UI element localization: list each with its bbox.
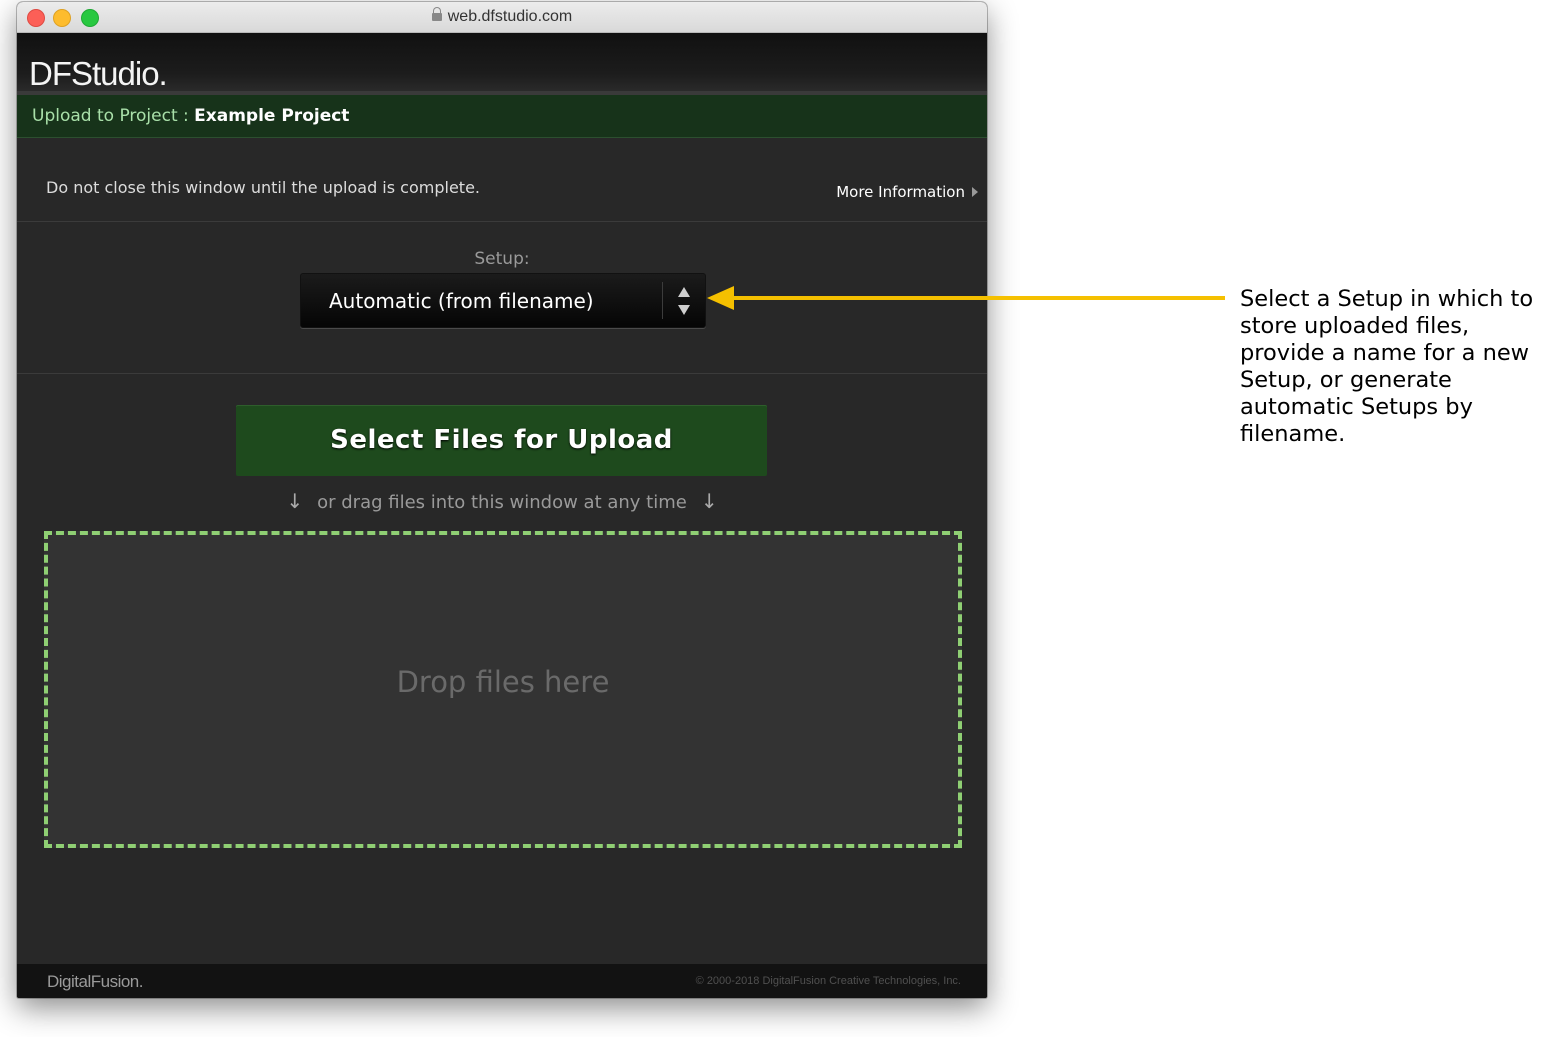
down-arrow-icon: ↓ [286, 489, 304, 513]
callout-arrow-line [733, 296, 1225, 300]
drag-hint-text: or drag files into this window at any ti… [317, 492, 687, 513]
caret-right-icon [972, 187, 978, 197]
divider [17, 373, 987, 374]
drop-zone[interactable]: Drop files here [44, 531, 962, 848]
copyright-text: © 2000-2018 DigitalFusion Creative Techn… [695, 975, 961, 987]
more-information-link[interactable]: More Information [836, 183, 978, 201]
up-down-arrows-icon [678, 287, 690, 315]
divider [17, 221, 987, 222]
setup-select[interactable]: Automatic (from filename) [300, 273, 706, 328]
down-arrow-icon: ↓ [700, 489, 718, 513]
url-text: web.dfstudio.com [447, 8, 573, 25]
drop-zone-text: Drop files here [396, 665, 610, 699]
callout-annotation: Select a Setup in which to store uploade… [1240, 286, 1534, 447]
callout-arrow-head-icon [707, 286, 734, 310]
more-information-label: More Information [836, 183, 965, 201]
address-bar[interactable]: web.dfstudio.com [17, 7, 987, 26]
upload-notice: Do not close this window until the uploa… [46, 178, 480, 197]
drag-hint: ↓ or drag files into this window at any t… [17, 489, 987, 513]
lock-icon [431, 7, 442, 21]
select-separator [662, 282, 663, 319]
setup-label: Setup: [474, 249, 530, 269]
select-files-button[interactable]: Select Files for Upload [236, 405, 767, 476]
project-label-group: Upload to Project : Example Project [32, 95, 349, 137]
dfstudio-logo: DFStudio. [29, 55, 168, 92]
browser-window: web.dfstudio.com DFStudio. Upload to Pro… [17, 2, 987, 998]
setup-selected-value: Automatic (from filename) [329, 289, 594, 313]
project-name: Example Project [194, 106, 350, 126]
project-bar: Upload to Project : Example Project [17, 95, 987, 138]
app-header: DFStudio. [17, 33, 987, 92]
footer: DigitalFusion. © 2000-2018 DigitalFusion… [17, 964, 987, 998]
digitalfusion-logo: DigitalFusion. [47, 972, 144, 991]
upload-to-project-label: Upload to Project : [32, 106, 195, 126]
title-bar: web.dfstudio.com [17, 2, 987, 33]
